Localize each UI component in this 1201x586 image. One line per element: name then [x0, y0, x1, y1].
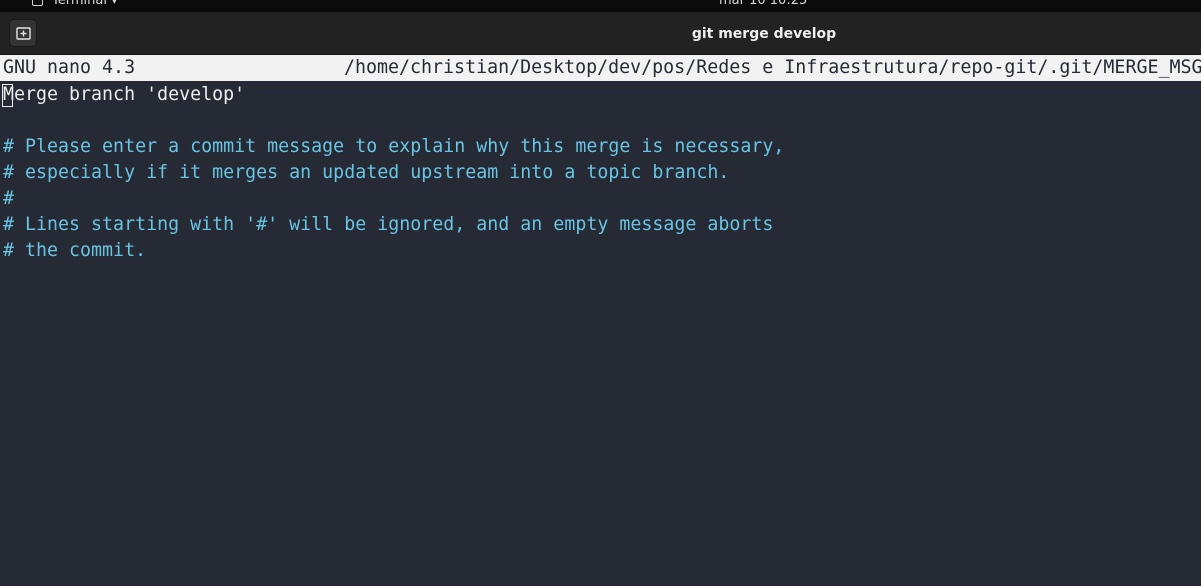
clock[interactable]: mar 10 10:25: [719, 0, 807, 8]
buffer-line-3[interactable]: # Please enter a commit message to expla…: [3, 134, 784, 160]
terminal-area[interactable]: GNU nano 4.3 /home/christian/Desktop/dev…: [0, 55, 1201, 586]
buffer-line-1[interactable]: Merge branch 'develop': [3, 82, 245, 108]
system-top-bar: Terminal ▾ mar 10 10:25: [0, 0, 1201, 12]
buffer-line-5[interactable]: #: [3, 186, 14, 212]
nano-version: GNU nano 4.3: [3, 57, 136, 78]
terminal-icon: [32, 0, 43, 6]
nano-title-bar: GNU nano 4.3 /home/christian/Desktop/dev…: [0, 55, 1201, 81]
buffer-line-6[interactable]: # Lines starting with '#' will be ignore…: [3, 212, 773, 238]
app-menu-label: Terminal ▾: [52, 0, 118, 8]
window-title-container: git merge develop: [0, 12, 1201, 54]
nano-file-path: /home/christian/Desktop/dev/pos/Redes e …: [344, 57, 1201, 78]
window-titlebar[interactable]: git merge develop: [0, 12, 1201, 55]
app-menu[interactable]: Terminal ▾: [32, 0, 118, 8]
buffer-line-4[interactable]: # especially if it merges an updated ups…: [3, 160, 729, 186]
new-tab-button[interactable]: [9, 19, 37, 47]
new-tab-icon: [16, 27, 31, 40]
window-title: git merge develop: [691, 26, 837, 42]
buffer-line-7[interactable]: # the commit.: [3, 238, 146, 264]
